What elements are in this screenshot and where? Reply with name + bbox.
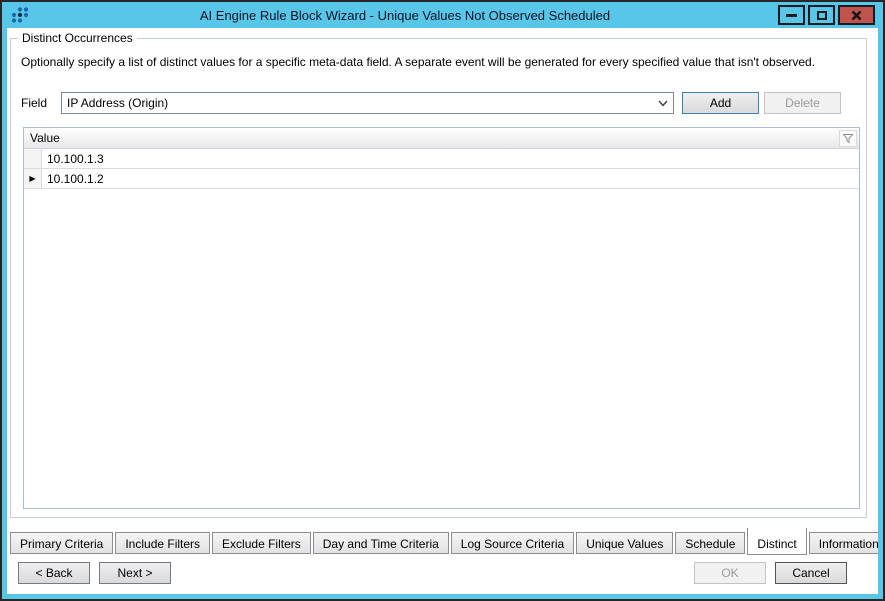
tab-include-filters[interactable]: Include Filters: [115, 532, 210, 554]
minimize-button[interactable]: [778, 5, 805, 25]
wizard-tabstrip: Primary CriteriaInclude FiltersExclude F…: [10, 528, 878, 555]
minimize-icon: [786, 14, 797, 17]
wizard-window: AI Engine Rule Block Wizard - Unique Val…: [0, 0, 885, 601]
tab-exclude-filters[interactable]: Exclude Filters: [212, 532, 311, 554]
row-value-cell[interactable]: 10.100.1.3: [42, 149, 859, 168]
window-controls: [778, 5, 875, 25]
description-text: Optionally specify a list of distinct va…: [21, 55, 856, 69]
window-frame: AI Engine Rule Block Wizard - Unique Val…: [2, 2, 883, 599]
filter-funnel-icon[interactable]: [839, 130, 857, 147]
table-row[interactable]: 10.100.1.2: [24, 169, 859, 189]
field-combobox-value: IP Address (Origin): [67, 96, 168, 110]
cancel-button[interactable]: Cancel: [775, 562, 847, 584]
tab-log-source-criteria[interactable]: Log Source Criteria: [451, 532, 574, 554]
value-column-header[interactable]: Value: [24, 128, 859, 149]
close-x-icon: [851, 10, 862, 21]
tab-information[interactable]: Information: [809, 532, 878, 554]
value-column-header-label: Value: [24, 131, 60, 145]
close-button[interactable]: [838, 5, 875, 25]
ok-button[interactable]: OK: [694, 562, 766, 584]
tab-primary-criteria[interactable]: Primary Criteria: [10, 532, 113, 554]
tab-unique-values[interactable]: Unique Values: [576, 532, 673, 554]
chevron-down-icon: [658, 100, 668, 107]
add-button[interactable]: Add: [682, 92, 759, 114]
tab-day-and-time-criteria[interactable]: Day and Time Criteria: [313, 532, 449, 554]
app-logo-dots-icon: [10, 5, 32, 25]
titlebar: AI Engine Rule Block Wizard - Unique Val…: [2, 2, 883, 28]
row-selector-gutter[interactable]: [24, 149, 42, 168]
back-button[interactable]: < Back: [18, 562, 90, 584]
field-label: Field: [21, 96, 47, 110]
tab-schedule[interactable]: Schedule: [675, 532, 745, 554]
next-button[interactable]: Next >: [99, 562, 171, 584]
client-area: Distinct Occurrences Optionally specify …: [7, 28, 878, 594]
tab-distinct[interactable]: Distinct: [747, 528, 806, 555]
field-combobox[interactable]: IP Address (Origin): [61, 92, 674, 114]
window-title: AI Engine Rule Block Wizard - Unique Val…: [32, 8, 778, 23]
table-row[interactable]: 10.100.1.3: [24, 149, 859, 169]
value-grid: Value 10.100.1.3 10.100.1.2: [23, 127, 860, 509]
maximize-icon: [817, 11, 827, 20]
row-selector-gutter[interactable]: [24, 169, 42, 188]
distinct-occurrences-group: Distinct Occurrences Optionally specify …: [10, 38, 867, 518]
group-title: Distinct Occurrences: [18, 31, 137, 45]
row-value-cell[interactable]: 10.100.1.2: [42, 169, 859, 188]
maximize-button[interactable]: [808, 5, 835, 25]
delete-button[interactable]: Delete: [764, 92, 841, 114]
